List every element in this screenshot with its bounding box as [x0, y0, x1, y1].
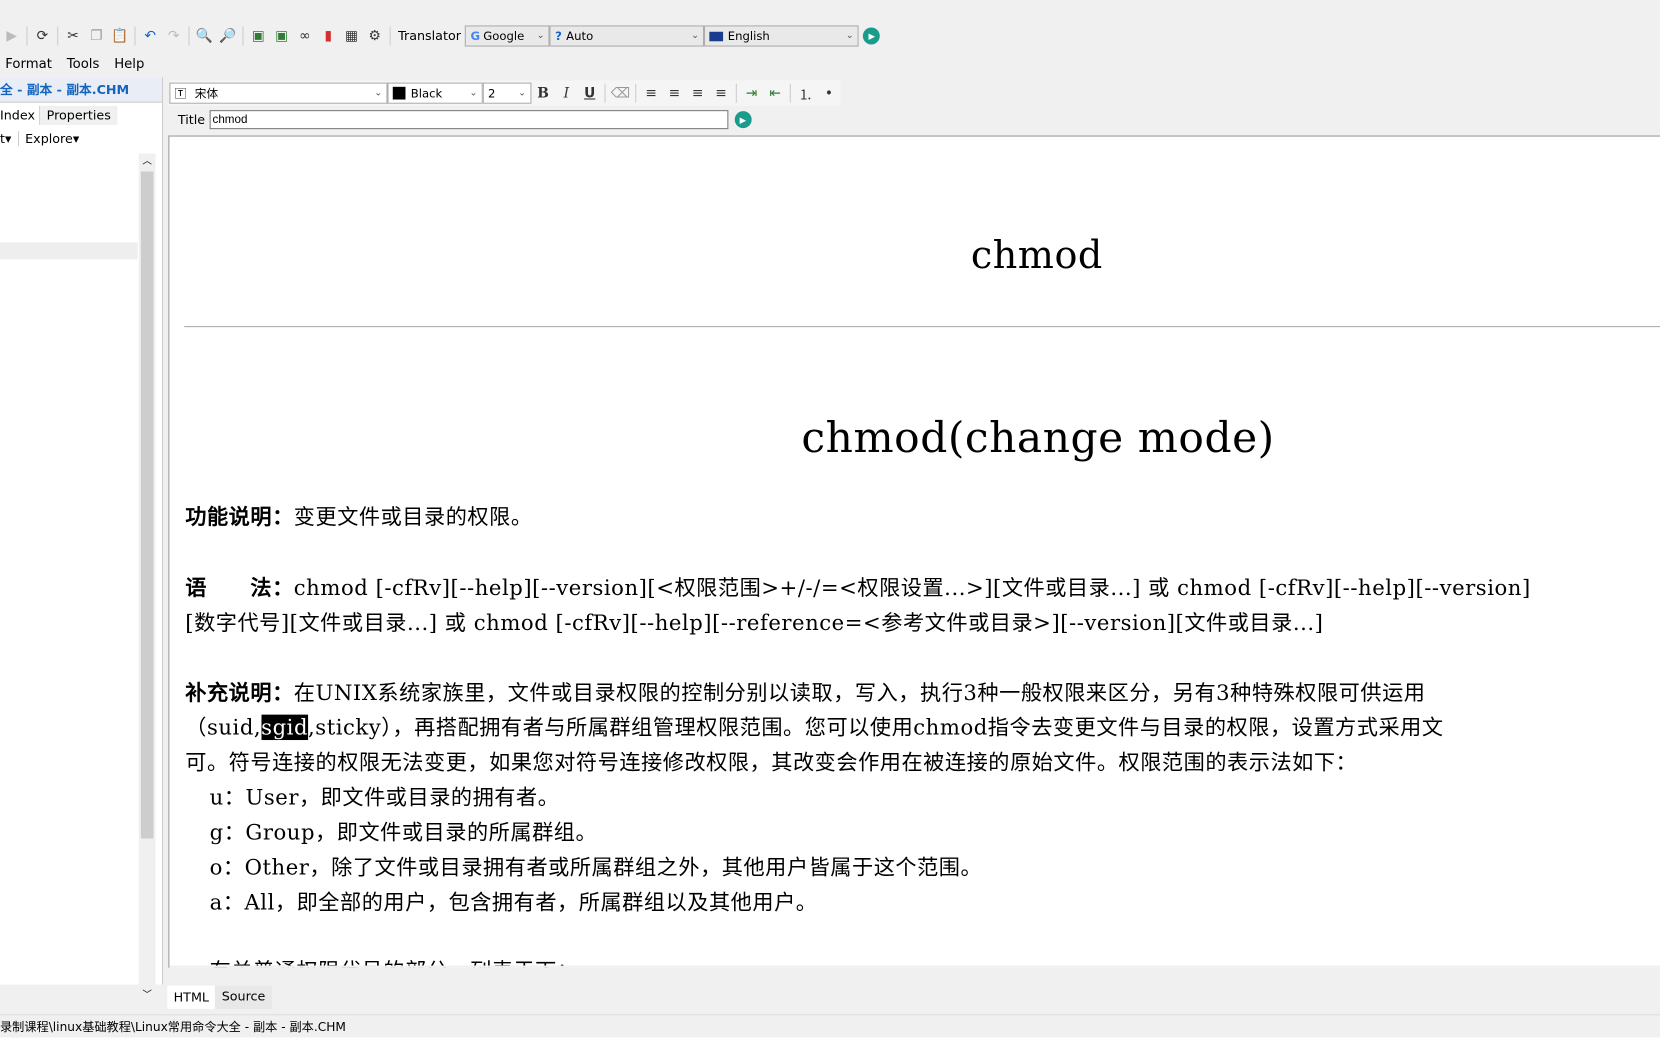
paste-icon[interactable]: 📋 — [110, 26, 129, 45]
cut-icon[interactable]: ✂ — [64, 26, 83, 45]
format-toolbar: 🅃 宋体 ⌄ Black ⌄ 2 ⌄ B I U ⌫ ≡ ≡ ≡ ≡ ⇥ ⇤ ⒈ • — [169, 80, 841, 106]
link-icon[interactable]: ∞ — [295, 26, 314, 45]
heading-1: chmod — [970, 233, 1103, 278]
app-window: ▶ ⟳ ✂ ❐ 📋 ↶ ↷ 🔍 🔎 ▣ ▣ ∞ ▮ ▦ ⚙ Translator… — [0, 0, 1660, 1038]
image-icon[interactable]: ▣ — [272, 26, 291, 45]
sidebar-button-t[interactable]: t▾ — [0, 131, 19, 147]
font-select[interactable]: 🅃 宋体 ⌄ — [169, 82, 388, 104]
google-icon: G — [470, 29, 481, 43]
list-item: a：All，即全部的用户，包含拥有者，所属群组以及其他用户。 — [209, 889, 818, 915]
selected-text: sgid — [261, 714, 309, 741]
menu-tools[interactable]: Tools — [67, 55, 100, 71]
title-label: Title — [177, 112, 206, 128]
supplement-line-2: （suid,sgid,sticky），再搭配拥有者与所属群组管理权限范围。您可以… — [185, 714, 1444, 741]
tab-index[interactable]: Index — [0, 105, 41, 125]
eraser-icon[interactable]: ⌫ — [611, 84, 630, 103]
translator-label: Translator — [398, 28, 461, 44]
document-editor[interactable]: chmod chmod(change mode) 功能说明：变更文件或目录的权限… — [168, 135, 1660, 968]
tab-source[interactable]: Source — [215, 985, 272, 1009]
replace-icon[interactable]: 🔎 — [218, 26, 237, 45]
heading-2: chmod(change mode) — [801, 413, 1275, 463]
outdent-icon[interactable]: ⇤ — [765, 84, 784, 103]
list-item: g：Group，即文件或目录的所属群组。 — [209, 819, 598, 845]
refresh-icon[interactable]: ⟳ — [33, 26, 52, 45]
engine-select[interactable]: G Google ⌄ — [465, 25, 550, 47]
menu-help[interactable]: Help — [114, 55, 144, 71]
explore-button[interactable]: Explore▾ — [19, 131, 79, 146]
forward-icon[interactable]: ▶ — [2, 26, 21, 45]
flag-uk-icon — [709, 31, 724, 41]
list-item: u：User，即文件或目录的拥有者。 — [209, 784, 560, 810]
function-paragraph: 功能说明：变更文件或目录的权限。 — [185, 503, 533, 530]
table-icon[interactable]: ▦ — [342, 26, 361, 45]
tab-properties[interactable]: Properties — [40, 105, 118, 125]
sidebar-scrollbar[interactable]: ︿ ﹀ — [138, 153, 156, 1001]
redo-icon[interactable]: ↷ — [164, 26, 183, 45]
status-bar: 录制课程\linux基础教程\Linux常用命令大全 - 副本 - 副本.CHM — [0, 1014, 1660, 1035]
numbered-list-icon[interactable]: ⒈ — [796, 84, 815, 103]
main-toolbar: ▶ ⟳ ✂ ❐ 📋 ↶ ↷ 🔍 🔎 ▣ ▣ ∞ ▮ ▦ ⚙ Translator… — [0, 21, 881, 51]
status-path: 录制课程\linux基础教程\Linux常用命令大全 - 副本 - 副本.CHM — [0, 1019, 346, 1035]
menu-bar: Format Tools Help — [5, 55, 159, 71]
align-left-icon[interactable]: ≡ — [642, 84, 661, 103]
italic-button[interactable]: I — [557, 84, 576, 103]
bullet-list-icon[interactable]: • — [819, 84, 838, 103]
size-select[interactable]: 2 ⌄ — [482, 82, 532, 104]
syntax-line-2: [数字代号][文件或目录...] 或 chmod [-cfRv][--help]… — [185, 609, 1324, 636]
horizontal-scrollbar[interactable]: ‹ — [169, 965, 1660, 968]
syntax-line-1: 语 法：chmod [-cfRv][--help][--version][<权限… — [185, 574, 1531, 601]
title-input[interactable] — [209, 110, 729, 130]
supplement-line-1: 补充说明：在UNIX系统家族里，文件或目录权限的控制分别以读取，写入，执行3种一… — [185, 679, 1426, 706]
sidebar: 全 - 副本 - 副本.CHM Index Properties t▾ Expl… — [0, 77, 164, 1001]
indent-icon[interactable]: ⇥ — [742, 84, 761, 103]
insert-image-icon[interactable]: ▣ — [249, 26, 268, 45]
bookmark-icon[interactable]: ▮ — [319, 26, 338, 45]
title-apply-icon[interactable]: ▶ — [734, 111, 752, 129]
align-center-icon[interactable]: ≡ — [665, 84, 684, 103]
color-select[interactable]: Black ⌄ — [387, 82, 483, 104]
horizontal-rule — [184, 326, 1660, 328]
title-row: Title ▶ — [177, 110, 752, 130]
view-tabs: HTML Source — [167, 985, 272, 1009]
tab-html[interactable]: HTML — [167, 985, 216, 1009]
font-icon: 🅃 — [174, 86, 187, 101]
source-lang-select[interactable]: ? Auto ⌄ — [549, 25, 705, 47]
question-icon: ? — [555, 29, 562, 43]
justify-icon[interactable]: ≡ — [711, 84, 730, 103]
supplement-line-3: 可。符号连接的权限无法变更，如果您对符号连接修改权限，其改变会作用在被连接的原始… — [185, 749, 1358, 775]
copy-icon[interactable]: ❐ — [87, 26, 106, 45]
bold-button[interactable]: B — [534, 84, 553, 103]
sidebar-file-title: 全 - 副本 - 副本.CHM — [0, 77, 162, 103]
target-lang-select[interactable]: English ⌄ — [704, 25, 860, 47]
align-right-icon[interactable]: ≡ — [688, 84, 707, 103]
gear-icon[interactable]: ⚙ — [365, 26, 384, 45]
undo-icon[interactable]: ↶ — [141, 26, 160, 45]
translate-go-icon[interactable]: ▶ — [863, 27, 881, 45]
search-icon[interactable]: 🔍 — [195, 26, 214, 45]
tree-selected-row[interactable] — [0, 242, 138, 260]
list-item: o：Other，除了文件或目录拥有者或所属群组之外，其他用户皆属于这个范围。 — [209, 854, 983, 880]
underline-button[interactable]: U — [580, 84, 599, 103]
menu-format[interactable]: Format — [5, 55, 52, 71]
